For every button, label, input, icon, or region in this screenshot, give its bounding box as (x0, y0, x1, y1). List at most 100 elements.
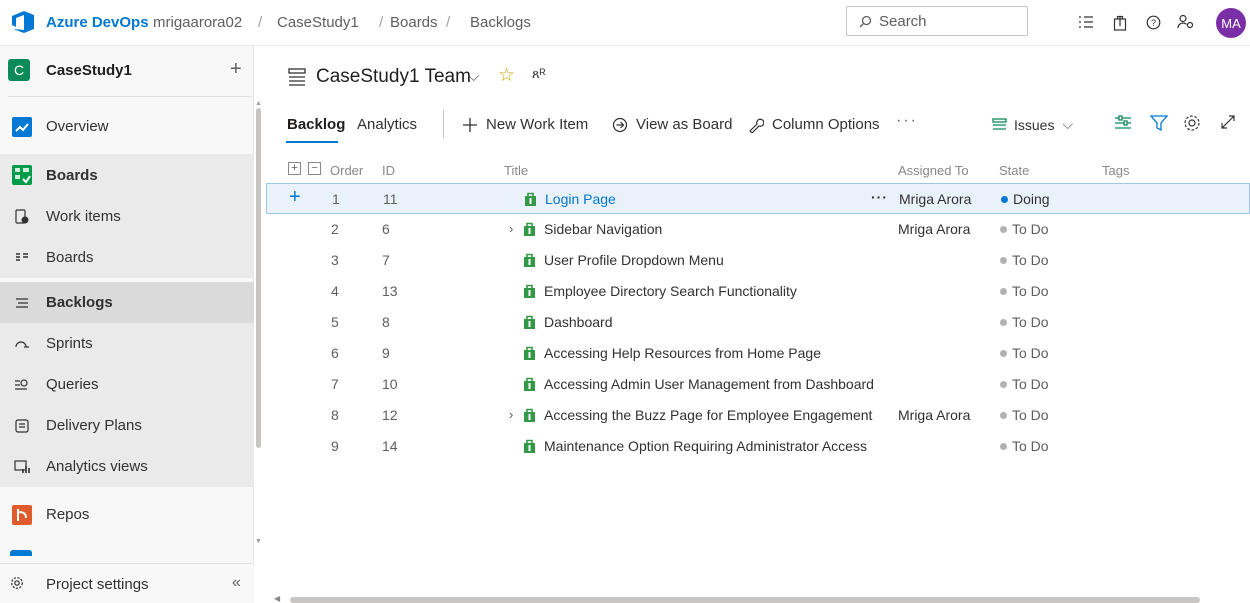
table-row[interactable]: 8 12 › Accessing the Buzz Page for Employee… (266, 400, 1250, 431)
sidebar-scrollbar[interactable] (256, 108, 261, 448)
org-link[interactable]: mrigaarora02 (153, 14, 242, 31)
add-child-icon[interactable]: + (289, 186, 301, 209)
sidebar-item-analytics-views[interactable]: Analytics views (0, 446, 254, 487)
azure-devops-logo-icon[interactable] (10, 10, 36, 34)
work-item-icon (525, 192, 536, 206)
cell-title[interactable]: Accessing Help Resources from Home Page (523, 345, 821, 361)
state-label: To Do (1012, 314, 1049, 330)
work-item-title[interactable]: Accessing Admin User Management from Das… (544, 376, 874, 392)
tab-backlog[interactable]: Backlog (287, 116, 345, 133)
table-row[interactable]: 3 7 User Profile Dropdown Menu To Do (266, 245, 1250, 276)
row-more-actions-icon[interactable]: ··· (871, 189, 888, 205)
team-title[interactable]: CaseStudy1 Team (316, 66, 471, 88)
cell-title[interactable]: Accessing Admin User Management from Das… (523, 376, 874, 392)
table-row[interactable]: + ··· 1 11 Login Page Mriga Arora Doing (266, 183, 1250, 214)
user-settings-icon[interactable] (1176, 12, 1196, 32)
gear-icon[interactable] (1183, 114, 1201, 132)
task-list-icon[interactable] (1076, 12, 1096, 32)
column-header-title[interactable]: Title (504, 163, 528, 178)
backlogs-icon (10, 291, 34, 315)
filter-icon[interactable] (1150, 114, 1168, 132)
breadcrumb-boards[interactable]: Boards (390, 14, 438, 31)
marketplace-bag-icon[interactable] (1110, 12, 1130, 32)
chevron-right-icon[interactable]: › (509, 221, 513, 236)
sidebar-item-label: Queries (46, 376, 99, 393)
sidebar-item-label: Analytics views (46, 458, 148, 475)
team-members-icon[interactable]: ጸᴿ (532, 66, 545, 82)
chevron-down-icon[interactable]: ⌵ (468, 68, 479, 85)
view-as-board-button[interactable]: View as Board (612, 116, 732, 133)
work-item-title[interactable]: User Profile Dropdown Menu (544, 252, 724, 268)
expand-all-button[interactable]: + (288, 162, 301, 175)
cell-order: 2 (331, 221, 339, 237)
search-box[interactable]: Search (846, 6, 1028, 36)
work-item-icon (524, 253, 535, 267)
sidebar-item-boards[interactable]: Boards (0, 237, 254, 278)
cell-title[interactable]: Login Page (524, 191, 616, 207)
sidebar-item-overview[interactable]: Overview (0, 106, 254, 147)
table-row[interactable]: 5 8 Dashboard To Do (266, 307, 1250, 338)
help-icon[interactable]: ? (1143, 12, 1163, 32)
project-settings-button[interactable]: Project settings « (0, 563, 254, 603)
avatar[interactable]: MA (1216, 8, 1246, 38)
sidebar-item-repos[interactable]: Repos (0, 494, 254, 535)
view-options-icon[interactable] (1114, 114, 1132, 132)
scroll-left-icon[interactable]: ◀ (274, 594, 280, 603)
delivery-plans-icon (10, 414, 34, 438)
cell-title[interactable]: Dashboard (523, 314, 613, 330)
work-item-title[interactable]: Maintenance Option Requiring Administrat… (544, 438, 867, 454)
cell-title[interactable]: › Accessing the Buzz Page for Employee En… (509, 407, 872, 423)
table-row[interactable]: 9 14 Maintenance Option Requiring Administ… (266, 431, 1250, 462)
cell-title[interactable]: User Profile Dropdown Menu (523, 252, 724, 268)
breadcrumb-project[interactable]: CaseStudy1 (277, 14, 359, 31)
cell-assigned-to: Mriga Arora (899, 191, 972, 207)
column-options-button[interactable]: Column Options (748, 116, 880, 133)
collapse-sidebar-icon[interactable]: « (232, 574, 241, 592)
column-header-order[interactable]: Order (330, 163, 363, 178)
brand-link[interactable]: Azure DevOps (46, 14, 149, 31)
column-header-id[interactable]: ID (382, 163, 395, 178)
tab-analytics[interactable]: Analytics (357, 116, 417, 133)
work-item-title[interactable]: Login Page (545, 191, 616, 207)
sidebar-item-sprints[interactable]: Sprints (0, 323, 254, 364)
sidebar-item-delivery-plans[interactable]: Delivery Plans (0, 405, 254, 446)
plus-icon (463, 117, 477, 132)
work-item-title[interactable]: Sidebar Navigation (544, 221, 662, 237)
chevron-right-icon[interactable]: › (509, 407, 513, 422)
add-icon[interactable]: + (230, 58, 242, 81)
project-icon[interactable]: C (8, 59, 30, 81)
collapse-all-button[interactable]: − (308, 162, 321, 175)
table-row[interactable]: 6 9 Accessing Help Resources from Home Pag… (266, 338, 1250, 369)
project-name[interactable]: CaseStudy1 (46, 62, 132, 79)
work-item-title[interactable]: Employee Directory Search Functionality (544, 283, 797, 299)
sidebar-item-work-items[interactable]: Work items (0, 196, 254, 237)
fullscreen-icon[interactable] (1220, 114, 1236, 130)
table-row[interactable]: 7 10 Accessing Admin User Management from … (266, 369, 1250, 400)
work-item-title[interactable]: Dashboard (544, 314, 613, 330)
sidebar: C CaseStudy1 + Overview Boards Work item… (0, 46, 254, 603)
scroll-up-icon[interactable]: ▲ (255, 100, 262, 107)
column-header-state[interactable]: State (999, 163, 1029, 178)
cell-order: 5 (331, 314, 339, 330)
new-work-item-button[interactable]: New Work Item (462, 116, 588, 133)
sidebar-item-queries[interactable]: Queries (0, 364, 254, 405)
table-row[interactable]: 4 13 Employee Directory Search Functionali… (266, 276, 1250, 307)
scroll-down-icon[interactable]: ▼ (255, 538, 262, 545)
sidebar-item-boards-hub[interactable]: Boards (0, 154, 254, 196)
favorite-star-icon[interactable]: ☆ (498, 64, 515, 87)
grid-horizontal-scrollbar[interactable] (290, 597, 1200, 603)
work-item-title[interactable]: Accessing Help Resources from Home Page (544, 345, 821, 361)
cell-title[interactable]: Employee Directory Search Functionality (523, 283, 797, 299)
sidebar-item-backlogs[interactable]: Backlogs (0, 282, 254, 323)
work-item-title[interactable]: Accessing the Buzz Page for Employee Eng… (544, 407, 872, 423)
cell-title[interactable]: Maintenance Option Requiring Administrat… (523, 438, 867, 454)
cell-title[interactable]: › Sidebar Navigation (509, 221, 662, 237)
table-row[interactable]: 2 6 › Sidebar Navigation Mriga Arora To Do (266, 214, 1250, 245)
backlog-level-selector[interactable]: Issues ⌵ (992, 116, 1073, 133)
pipelines-icon[interactable] (10, 550, 32, 556)
cell-order: 1 (332, 191, 340, 207)
column-header-tags[interactable]: Tags (1102, 163, 1129, 178)
breadcrumb-backlogs[interactable]: Backlogs (470, 14, 531, 31)
more-actions-icon[interactable]: ··· (896, 112, 918, 130)
column-header-assigned-to[interactable]: Assigned To (898, 163, 969, 178)
